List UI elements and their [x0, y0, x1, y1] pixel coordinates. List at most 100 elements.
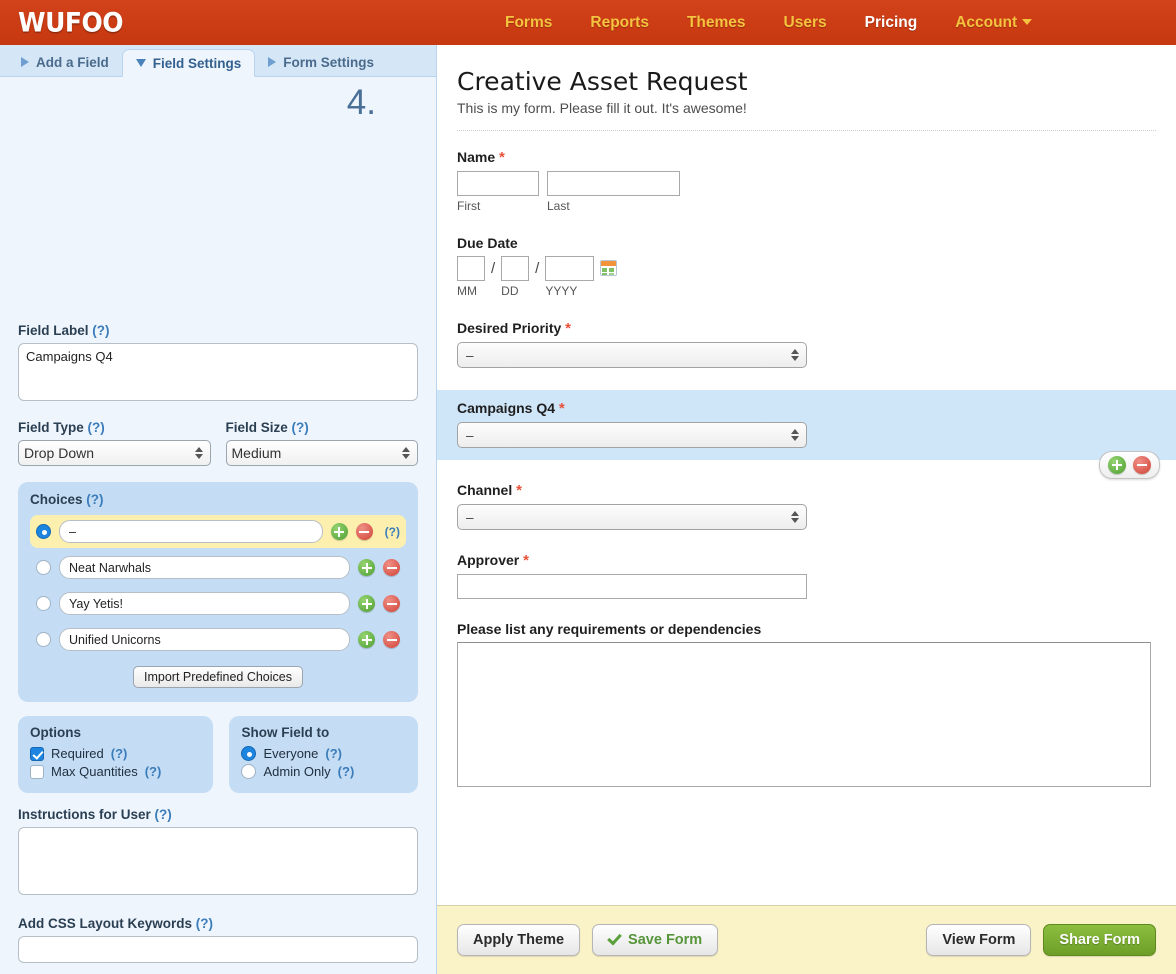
date-separator: / [491, 260, 495, 295]
show-field-to-label: Show Field to [241, 725, 406, 740]
css-keywords-input[interactable] [18, 936, 418, 963]
choice-row-help-icon[interactable]: (?) [385, 525, 400, 539]
form-field-due-date: Due Date MM / DD / YYYY [457, 235, 1156, 298]
admin-only-help-icon[interactable]: (?) [338, 764, 355, 779]
share-form-button[interactable]: Share Form [1043, 924, 1156, 956]
remove-choice-icon[interactable] [383, 631, 400, 648]
choices-label-text: Choices [30, 492, 83, 507]
channel-select[interactable]: – [457, 504, 807, 530]
choice-row: (?) [30, 515, 406, 548]
choice-default-radio[interactable] [36, 560, 51, 575]
option-max-quantities-label: Max Quantities [51, 764, 138, 779]
max-quantities-checkbox[interactable] [30, 765, 44, 779]
triangle-down-icon [136, 59, 146, 67]
add-choice-icon[interactable] [358, 595, 375, 612]
nav-item-account-label: Account [955, 14, 1017, 31]
nav-item-reports[interactable]: Reports [590, 14, 649, 32]
choices-help-icon[interactable]: (?) [86, 492, 103, 507]
option-max-quantities[interactable]: Max Quantities (?) [30, 764, 201, 779]
due-date-month-input[interactable] [457, 256, 485, 281]
tab-field-settings-label: Field Settings [153, 56, 242, 71]
field-size-help-icon[interactable]: (?) [292, 420, 309, 435]
calendar-icon[interactable] [600, 260, 617, 276]
form-field-name-label-text: Name [457, 149, 495, 165]
everyone-help-icon[interactable]: (?) [325, 746, 342, 761]
admin-only-radio[interactable] [241, 764, 256, 779]
nav-item-account[interactable]: Account [955, 14, 1032, 32]
nav-item-forms[interactable]: Forms [505, 14, 552, 32]
due-date-day-input[interactable] [501, 256, 529, 281]
add-choice-icon[interactable] [358, 631, 375, 648]
add-choice-icon[interactable] [331, 523, 348, 540]
requirements-textarea[interactable] [457, 642, 1151, 787]
remove-choice-icon[interactable] [356, 523, 373, 540]
choice-default-radio[interactable] [36, 524, 51, 539]
required-checkbox[interactable] [30, 747, 44, 761]
remove-choice-icon[interactable] [383, 595, 400, 612]
choices-label: Choices (?) [30, 492, 406, 507]
choice-text-input[interactable] [59, 556, 350, 579]
form-preview-pane: Creative Asset Request This is my form. … [437, 45, 1176, 974]
form-field-campaigns-q4[interactable]: Campaigns Q4 * – [437, 390, 1176, 460]
remove-choice-icon[interactable] [383, 559, 400, 576]
tab-add-a-field[interactable]: Add a Field [8, 48, 122, 76]
field-settings-sidebar: Add a Field Field Settings Form Settings… [0, 45, 437, 974]
nav-item-pricing[interactable]: Pricing [865, 14, 918, 32]
field-label-help-icon[interactable]: (?) [92, 323, 109, 338]
first-name-input[interactable] [457, 171, 539, 196]
choices-panel: Choices (?) (?) [18, 482, 418, 702]
required-help-icon[interactable]: (?) [111, 746, 128, 761]
choice-text-input[interactable] [59, 628, 350, 651]
form-field-due-date-label: Due Date [457, 235, 1156, 251]
field-type-help-icon[interactable]: (?) [88, 420, 105, 435]
show-field-admin-only[interactable]: Admin Only (?) [241, 764, 406, 779]
choice-text-input[interactable] [59, 592, 350, 615]
desired-priority-select[interactable]: – [457, 342, 807, 368]
add-field-icon[interactable] [1108, 456, 1126, 474]
nav-item-users[interactable]: Users [784, 14, 827, 32]
add-choice-icon[interactable] [358, 559, 375, 576]
approver-input[interactable] [457, 574, 807, 599]
field-type-label: Field Type (?) [18, 420, 211, 435]
form-field-approver: Approver * [457, 552, 1156, 599]
save-form-button[interactable]: Save Form [592, 924, 718, 956]
tab-field-settings[interactable]: Field Settings [122, 49, 256, 77]
css-keywords-label-text: Add CSS Layout Keywords [18, 916, 192, 931]
instructions-input[interactable] [18, 827, 418, 895]
option-required[interactable]: Required (?) [30, 746, 201, 761]
due-date-year-input[interactable] [545, 256, 594, 281]
show-field-to-panel: Show Field to Everyone (?) Admin Only (?… [229, 716, 418, 793]
max-quantities-help-icon[interactable]: (?) [145, 764, 162, 779]
last-name-input[interactable] [547, 171, 680, 196]
save-form-label: Save Form [628, 932, 702, 948]
choice-text-input[interactable] [59, 520, 323, 543]
show-field-everyone[interactable]: Everyone (?) [241, 746, 406, 761]
first-name-sublabel: First [457, 199, 539, 213]
field-size-select[interactable]: Medium [226, 440, 419, 466]
page-title: Creative Asset Request [457, 67, 1156, 96]
choice-default-radio[interactable] [36, 632, 51, 647]
choice-row [30, 551, 406, 584]
due-date-month-sublabel: MM [457, 284, 477, 298]
field-size-label: Field Size (?) [226, 420, 419, 435]
form-action-bar: Apply Theme Save Form View Form Share Fo… [437, 905, 1176, 974]
required-marker: * [499, 149, 505, 166]
nav-item-themes[interactable]: Themes [687, 14, 746, 32]
field-label-input[interactable]: Campaigns Q4 [18, 343, 418, 401]
remove-field-icon[interactable] [1133, 456, 1151, 474]
date-separator: / [535, 260, 539, 295]
field-type-select[interactable]: Drop Down [18, 440, 211, 466]
wufoo-logo[interactable]: WUFOO [18, 7, 123, 38]
tab-form-settings[interactable]: Form Settings [255, 48, 387, 76]
css-keywords-help-icon[interactable]: (?) [196, 916, 213, 931]
everyone-radio[interactable] [241, 746, 256, 761]
apply-theme-button[interactable]: Apply Theme [457, 924, 580, 956]
import-predefined-choices-button[interactable]: Import Predefined Choices [133, 666, 303, 688]
campaigns-q4-select[interactable]: – [457, 422, 807, 448]
view-form-button[interactable]: View Form [926, 924, 1031, 956]
top-navigation-bar: WUFOO Forms Reports Themes Users Pricing… [0, 0, 1176, 45]
options-label: Options [30, 725, 201, 740]
instructions-help-icon[interactable]: (?) [155, 807, 172, 822]
choice-default-radio[interactable] [36, 596, 51, 611]
checkmark-icon [607, 930, 622, 945]
